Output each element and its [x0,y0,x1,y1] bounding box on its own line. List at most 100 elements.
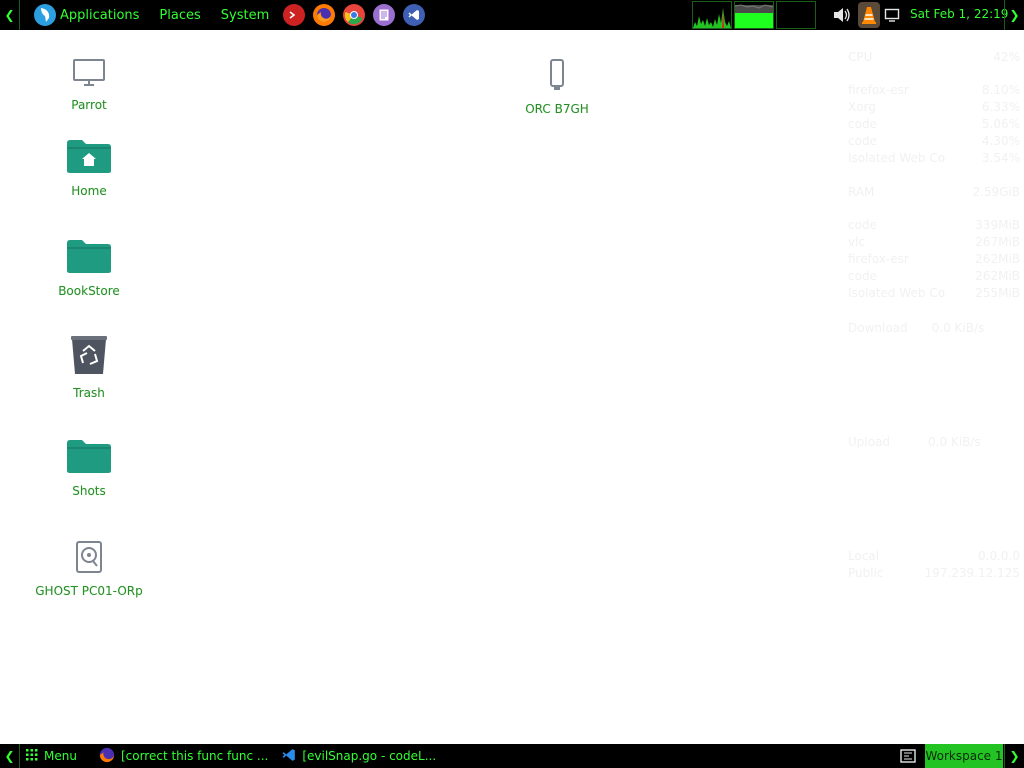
panel-hide-right-button[interactable]: ❯ [1004,0,1024,30]
public-ip-row: Public 197.239.12.125 [848,566,1020,583]
applications-menu[interactable]: Applications [28,4,139,26]
desktop-icon-parrot[interactable]: Parrot [29,58,149,112]
local-ip-row: Local 0.0.0.0 [848,549,1020,566]
parrot-logo-icon [34,4,56,26]
desktop-icon-usb-drive[interactable]: ORC B7GH [497,58,617,116]
panel-hide-right-button[interactable]: ❯ [1004,744,1024,768]
text-editor-icon[interactable] [373,4,396,26]
desktop-icon-shots[interactable]: Shots [29,438,149,498]
disk-icon [75,540,103,578]
folder-icon [66,438,112,478]
process-name: Xorg [848,100,876,114]
cpu-value: 42% [993,50,1020,64]
cpu-graph[interactable] [692,1,732,29]
cpu-process-row: Xorg 6.33% [848,100,1020,117]
desktop-icon-bookstore[interactable]: BookStore [29,238,149,298]
cpu-process-row: code 5.06% [848,117,1020,134]
system-menu-label: System [220,7,270,23]
process-value: 255MiB [975,286,1020,300]
process-value: 3.54% [981,151,1020,165]
desktop-icon-label: Shots [72,484,106,498]
places-menu-label: Places [159,7,201,23]
vscode-icon[interactable] [403,4,426,26]
upload-value: 0.0 KiB/s [928,435,981,449]
ram-label: RAM [848,185,875,199]
process-name: Isolated Web Co [848,286,946,300]
ram-process-row: firefox-esr 262MiB [848,252,1020,269]
process-name: code [848,117,877,131]
desktop-icon-label: ORC B7GH [525,102,589,116]
places-menu[interactable]: Places [155,8,200,23]
ram-process-row: code 339MiB [848,218,1020,235]
upload-row: Upload 0.0 KiB/s [848,435,1020,452]
ram-process-row: vlc 267MiB [848,235,1020,252]
process-value: 262MiB [975,252,1020,266]
cpu-process-row: Isolated Web Co 3.54% [848,151,1020,168]
desktop-icon-label: Trash [73,386,105,400]
desktop-icon-home[interactable]: Home [29,138,149,198]
public-ip-label: Public [848,566,884,580]
process-name: firefox-esr [848,83,909,97]
bottom-panel: ❮ Menu [correct this func func ... [evil… [0,744,1024,768]
cpu-row: CPU 42% [848,50,1020,67]
process-value: 6.33% [981,100,1020,114]
volume-icon[interactable] [832,0,852,30]
cpu-label: CPU [848,50,873,64]
menu-button[interactable]: Menu [26,748,77,764]
terminal-icon[interactable] [283,4,306,26]
process-value: 262MiB [975,269,1020,283]
applications-menu-label: Applications [60,7,140,23]
display-icon[interactable] [884,0,900,30]
process-name: vlc [848,235,866,249]
workspace-switcher[interactable]: Workspace 1 [925,744,1003,768]
upload-label: Upload [848,435,891,449]
process-name: Isolated Web Co [848,151,946,165]
usb-drive-icon [549,58,565,96]
public-ip-value: 197.239.12.125 [924,566,1020,580]
network-graph[interactable] [776,1,816,29]
grid-menu-icon [26,748,38,764]
cpu-process-row: code 4.30% [848,134,1020,151]
process-value: 267MiB [975,235,1020,249]
ram-row: RAM 2.59GiB [848,185,1020,202]
chrome-icon[interactable] [343,4,366,26]
local-ip-label: Local [848,549,880,563]
taskbar-item-label: [evilSnap.go - codeL... [302,749,437,763]
desktop-icon-trash[interactable]: Trash [29,334,149,400]
home-folder-icon [66,138,112,178]
vscode-icon [282,748,296,765]
process-value: 4.30% [981,134,1020,148]
computer-icon [72,58,106,92]
top-panel: ❮ Applications Places System Sat Feb 1, … [0,0,1024,30]
firefox-icon[interactable] [313,4,336,26]
trash-icon [70,334,108,380]
folder-icon [66,238,112,278]
vlc-icon[interactable] [858,0,880,30]
process-name: code [848,134,877,148]
menu-label: Menu [44,749,77,763]
taskbar-item-label: [correct this func func ... [120,749,269,763]
process-name: code [848,269,877,283]
desktop-icon-ghost-pc[interactable]: GHOST PC01-ORp [29,540,149,598]
process-value: 8.10% [981,83,1020,97]
clock[interactable]: Sat Feb 1, 22:19 [910,7,1008,21]
download-label: Download [848,321,908,335]
process-value: 5.06% [981,117,1020,131]
show-desktop-icon[interactable] [900,749,916,766]
panel-hide-left-button[interactable]: ❮ [0,744,20,768]
process-name: code [848,218,877,232]
firefox-icon [99,747,115,766]
memory-graph[interactable] [734,1,774,29]
process-name: firefox-esr [848,252,909,266]
download-value: 0.0 KiB/s [931,321,985,335]
process-value: 339MiB [975,218,1020,232]
desktop-icon-label: BookStore [58,284,120,298]
ram-process-row: code 262MiB [848,269,1020,286]
panel-hide-left-button[interactable]: ❮ [0,0,20,30]
system-menu[interactable]: System [217,8,269,23]
desktop-icon-label: Home [71,184,107,198]
desktop-icon-label: Parrot [71,98,107,112]
taskbar-item-vscode[interactable]: [evilSnap.go - codeL... [282,748,436,765]
taskbar-item-firefox[interactable]: [correct this func func ... [99,747,268,766]
cpu-process-row: firefox-esr 8.10% [848,83,1020,100]
